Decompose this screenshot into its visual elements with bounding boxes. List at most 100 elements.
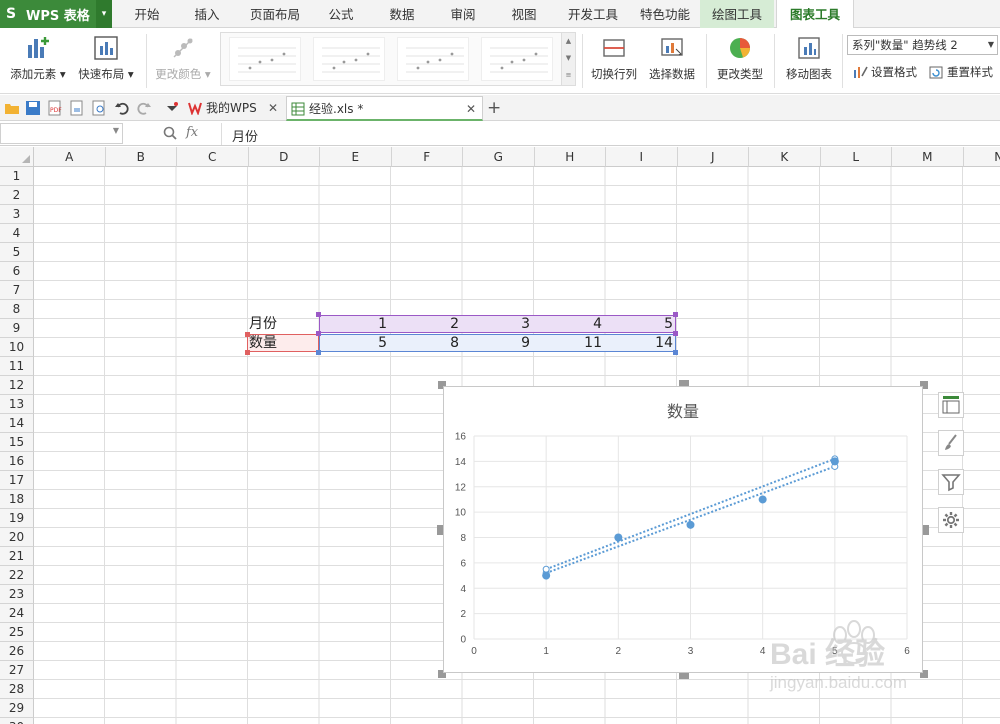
- tab-review[interactable]: 审阅: [440, 0, 486, 28]
- row-header-30[interactable]: 30: [0, 718, 34, 724]
- chevron-down-icon[interactable]: ▼: [113, 126, 119, 135]
- row-header-21[interactable]: 21: [0, 547, 34, 566]
- tab-my-wps[interactable]: 我的WPS ✕: [184, 96, 284, 121]
- row-header-17[interactable]: 17: [0, 471, 34, 490]
- row-header-25[interactable]: 25: [0, 623, 34, 642]
- row-header-1[interactable]: 1: [0, 167, 34, 186]
- tab-drawing-tools[interactable]: 绘图工具: [700, 0, 774, 28]
- close-icon[interactable]: ✕: [466, 97, 476, 121]
- tab-insert[interactable]: 插入: [184, 0, 230, 28]
- column-header-l[interactable]: L: [820, 147, 892, 167]
- chart-element-select[interactable]: 系列"数量" 趋势线 2 ▼: [847, 35, 998, 55]
- add-element-button[interactable]: 添加元素 ▾: [6, 28, 70, 90]
- row-header-12[interactable]: 12: [0, 376, 34, 395]
- cell-g9[interactable]: 3: [462, 315, 533, 334]
- cell-i9[interactable]: 5: [605, 315, 676, 334]
- chart-settings-button[interactable]: [938, 507, 964, 533]
- cell-f10[interactable]: 8: [390, 334, 462, 353]
- chart-style-thumbnail[interactable]: [481, 37, 553, 81]
- gallery-scroll[interactable]: ▲ ▼ ≡: [561, 33, 575, 85]
- row-header-20[interactable]: 20: [0, 528, 34, 547]
- cell-d9[interactable]: 月份: [249, 315, 319, 334]
- chart-filter-button[interactable]: [938, 469, 964, 495]
- column-header-k[interactable]: K: [749, 147, 821, 167]
- column-header-e[interactable]: E: [320, 147, 392, 167]
- row-header-5[interactable]: 5: [0, 243, 34, 262]
- cell-e9[interactable]: 1: [319, 315, 390, 334]
- undo-icon[interactable]: [114, 100, 130, 116]
- row-header-2[interactable]: 2: [0, 186, 34, 205]
- column-header-j[interactable]: J: [677, 147, 749, 167]
- row-header-16[interactable]: 16: [0, 452, 34, 471]
- new-tab-button[interactable]: +: [487, 96, 501, 120]
- tab-special-features[interactable]: 特色功能: [634, 0, 696, 28]
- row-header-19[interactable]: 19: [0, 509, 34, 528]
- chart-style-gallery[interactable]: ▲ ▼ ≡: [220, 32, 576, 86]
- column-header-c[interactable]: C: [177, 147, 249, 167]
- formula-input[interactable]: 月份: [232, 126, 258, 145]
- column-header-i[interactable]: I: [606, 147, 678, 167]
- function-icon[interactable]: fx: [186, 125, 198, 140]
- tab-page-layout[interactable]: 页面布局: [244, 0, 306, 28]
- app-menu-dropdown-icon[interactable]: ▾: [96, 0, 112, 28]
- column-header-h[interactable]: H: [534, 147, 606, 167]
- zoom-icon[interactable]: [162, 125, 178, 141]
- column-header-m[interactable]: M: [892, 147, 964, 167]
- change-color-button[interactable]: 更改颜色 ▾: [150, 28, 216, 90]
- name-box[interactable]: ▼: [0, 123, 123, 144]
- data-point[interactable]: [686, 520, 695, 529]
- row-header-8[interactable]: 8: [0, 300, 34, 319]
- row-header-23[interactable]: 23: [0, 585, 34, 604]
- chart-style-thumbnail[interactable]: [313, 37, 385, 81]
- cell-h9[interactable]: 4: [533, 315, 605, 334]
- column-header-n[interactable]: N: [963, 147, 1000, 167]
- tab-document[interactable]: 经验.xls * ✕: [286, 96, 483, 121]
- cell-i10[interactable]: 14: [605, 334, 676, 353]
- row-header-27[interactable]: 27: [0, 661, 34, 680]
- redo-icon[interactable]: [136, 100, 152, 116]
- row-header-6[interactable]: 6: [0, 262, 34, 281]
- column-header-d[interactable]: D: [248, 147, 320, 167]
- change-chart-type-button[interactable]: 更改类型: [712, 28, 768, 90]
- chart-elements-button[interactable]: [938, 392, 964, 418]
- chart-style-thumbnail[interactable]: [229, 37, 301, 81]
- column-header-g[interactable]: G: [463, 147, 535, 167]
- tab-formulas[interactable]: 公式: [318, 0, 364, 28]
- open-folder-icon[interactable]: [4, 100, 20, 116]
- row-header-13[interactable]: 13: [0, 395, 34, 414]
- row-header-22[interactable]: 22: [0, 566, 34, 585]
- select-all-corner[interactable]: [0, 147, 34, 167]
- chart-style-thumbnail[interactable]: [397, 37, 469, 81]
- customize-toolbar-icon[interactable]: [164, 100, 180, 116]
- tab-view[interactable]: 视图: [501, 0, 547, 28]
- row-header-10[interactable]: 10: [0, 338, 34, 357]
- row-header-26[interactable]: 26: [0, 642, 34, 661]
- row-header-15[interactable]: 15: [0, 433, 34, 452]
- close-icon[interactable]: ✕: [268, 96, 278, 120]
- switch-row-column-button[interactable]: 切换行列: [586, 28, 642, 90]
- row-header-29[interactable]: 29: [0, 699, 34, 718]
- tab-data[interactable]: 数据: [379, 0, 425, 28]
- data-point[interactable]: [758, 495, 767, 504]
- cell-h10[interactable]: 11: [533, 334, 605, 353]
- data-point[interactable]: [614, 533, 623, 542]
- row-header-28[interactable]: 28: [0, 680, 34, 699]
- move-chart-button[interactable]: 移动图表: [780, 28, 838, 90]
- cell-d10[interactable]: 数量: [249, 334, 319, 353]
- wps-app-menu-button[interactable]: S WPS 表格 ▾: [0, 0, 112, 28]
- cell-f9[interactable]: 2: [390, 315, 462, 334]
- export-pdf-icon[interactable]: PDF: [47, 100, 63, 116]
- print-preview-icon[interactable]: [91, 100, 107, 116]
- column-header-f[interactable]: F: [391, 147, 463, 167]
- row-header-9[interactable]: 9: [0, 319, 34, 338]
- cell-e10[interactable]: 5: [319, 334, 390, 353]
- reset-style-button[interactable]: 重置样式: [928, 63, 993, 81]
- quick-layout-button[interactable]: 快速布局 ▾: [74, 28, 138, 90]
- row-header-3[interactable]: 3: [0, 205, 34, 224]
- cell-g10[interactable]: 9: [462, 334, 533, 353]
- tab-developer[interactable]: 开发工具: [562, 0, 624, 28]
- save-icon[interactable]: [25, 100, 41, 116]
- row-header-14[interactable]: 14: [0, 414, 34, 433]
- tab-chart-tools[interactable]: 图表工具: [776, 0, 854, 29]
- tab-home[interactable]: 开始: [124, 0, 170, 28]
